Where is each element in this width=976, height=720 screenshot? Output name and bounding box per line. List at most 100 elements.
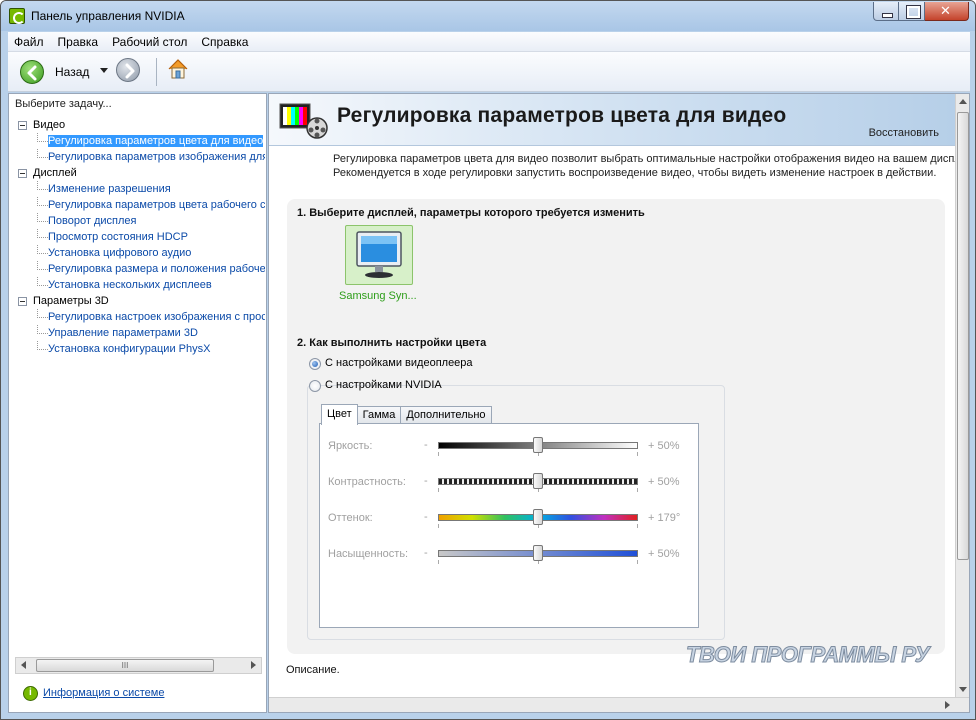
settings-tabs: Цвет Гамма Дополнительно [321, 404, 492, 425]
task-tree: Видео Регулировка параметров цвета для ви… [15, 117, 265, 667]
description-line-2: Рекомендуется в ходе регулировки запусти… [333, 166, 937, 179]
title-bar[interactable]: Панель управления NVIDIA [1, 1, 975, 31]
scroll-thumb[interactable]: III [36, 659, 214, 672]
tree-label[interactable]: Просмотр состояния HDCP [48, 231, 188, 243]
hue-value: + 179° [648, 512, 681, 524]
window-title: Панель управления NVIDIA [31, 9, 185, 23]
collapse-icon[interactable] [18, 169, 27, 178]
nvidia-control-panel-window: Панель управления NVIDIA Файл Правка Раб… [0, 0, 976, 720]
tab-advanced[interactable]: Дополнительно [400, 406, 492, 424]
system-info-link[interactable]: Информация о системе [43, 687, 164, 699]
tree-task-item[interactable]: Поворот дисплея [15, 213, 265, 229]
tree-task-item[interactable]: Регулировка параметров изображения для в… [15, 149, 265, 165]
task-pane: Выберите задачу... Видео Регулировка пара… [8, 93, 267, 713]
contrast-value: + 50% [648, 476, 680, 488]
tree-label[interactable]: Изменение разрешения [48, 183, 171, 195]
tree-task-item[interactable]: Регулировка параметров цвета рабочего ст… [15, 197, 265, 213]
tree-label[interactable]: Видео [33, 119, 65, 131]
tree-label[interactable]: Дисплей [33, 167, 77, 179]
saturation-minus: - [424, 547, 428, 559]
contrast-label: Контрастность: [328, 476, 406, 488]
menu-help[interactable]: Справка [201, 35, 248, 49]
tree-task-item[interactable]: Просмотр состояния HDCP [15, 229, 265, 245]
hue-slider-row: Оттенок: - + 179° [328, 509, 694, 528]
tree-label[interactable]: Регулировка размера и положения рабочего… [48, 263, 265, 275]
tab-color[interactable]: Цвет [321, 404, 358, 425]
saturation-slider-row: Насыщенность: - + 50% [328, 545, 694, 564]
content-scroll-right-icon[interactable] [945, 701, 950, 709]
tree-task-item[interactable]: Регулировка параметров цвета для видео [15, 133, 265, 149]
task-label: Выберите задачу... [15, 98, 112, 110]
collapse-icon[interactable] [18, 297, 27, 306]
forward-button[interactable] [116, 58, 140, 82]
color-tab-panel: Яркость: - + 50% Контрастность: - + 50% … [319, 423, 699, 628]
menu-desktop[interactable]: Рабочий стол [112, 35, 187, 49]
tree-category[interactable]: Параметры 3D [15, 293, 265, 309]
scroll-right-icon[interactable] [251, 661, 256, 669]
content-scroll-thumb[interactable] [957, 112, 969, 560]
description-label: Описание. [286, 664, 340, 676]
toolbar-separator [156, 58, 157, 86]
tree-label[interactable]: Регулировка параметров цвета рабочего ст… [48, 199, 265, 211]
brightness-label: Яркость: [328, 440, 373, 452]
home-button[interactable] [166, 57, 190, 81]
close-button[interactable] [925, 2, 969, 21]
step-2-title: 2. Как выполнить настройки цвета [297, 337, 487, 349]
menu-file[interactable]: Файл [14, 35, 44, 49]
display-tile[interactable] [345, 225, 413, 285]
tree-category[interactable]: Видео [15, 117, 265, 133]
tree-task-item[interactable]: Установка конфигурации PhysX [15, 341, 265, 357]
tree-label[interactable]: Установка конфигурации PhysX [48, 343, 210, 355]
scroll-down-icon[interactable] [959, 687, 967, 692]
tree-label[interactable]: Управление параметрами 3D [48, 327, 198, 339]
tree-task-item[interactable]: Управление параметрами 3D [15, 325, 265, 341]
restore-link[interactable]: Восстановить [869, 127, 939, 139]
tree-label[interactable]: Регулировка настроек изображения с просм… [48, 311, 265, 323]
brightness-minus: - [424, 439, 428, 451]
tab-gamma[interactable]: Гамма [356, 406, 402, 424]
video-color-icon [279, 100, 329, 140]
radio-selected-icon[interactable] [309, 358, 321, 370]
back-label[interactable]: Назад [55, 65, 89, 79]
task-tree-horizontal-scrollbar[interactable]: III [15, 657, 262, 674]
tree-label[interactable]: Регулировка параметров цвета для видео [46, 134, 265, 148]
saturation-thumb[interactable] [533, 545, 543, 561]
minimize-button[interactable] [873, 2, 899, 21]
collapse-icon[interactable] [18, 121, 27, 130]
radio-unselected-icon[interactable] [309, 380, 321, 392]
saturation-value: + 50% [648, 548, 680, 560]
tree-label[interactable]: Регулировка параметров изображения для в… [48, 151, 265, 163]
tree-task-item[interactable]: Установка нескольких дисплеев [15, 277, 265, 293]
display-name[interactable]: Samsung Syn... [339, 290, 417, 302]
scroll-up-icon[interactable] [959, 99, 967, 104]
content-horizontal-scrollbar[interactable] [269, 697, 969, 712]
maximize-button[interactable] [899, 2, 925, 21]
nvidia-app-icon [9, 8, 25, 24]
tree-label[interactable]: Установка цифрового аудио [48, 247, 191, 259]
tree-task-item[interactable]: Изменение разрешения [15, 181, 265, 197]
back-history-dropdown-icon[interactable] [100, 68, 108, 73]
contrast-thumb[interactable] [533, 473, 543, 489]
monitor-icon [356, 231, 402, 278]
content-vertical-scrollbar[interactable] [955, 94, 969, 697]
tree-task-item[interactable]: Регулировка настроек изображения с просм… [15, 309, 265, 325]
scroll-left-icon[interactable] [21, 661, 26, 669]
tree-label[interactable]: Поворот дисплея [48, 215, 136, 227]
tree-task-item[interactable]: Регулировка размера и положения рабочего… [15, 261, 265, 277]
info-icon [23, 686, 38, 701]
radio-video-player-label[interactable]: С настройками видеоплеера [325, 357, 473, 369]
brightness-slider-row: Яркость: - + 50% [328, 437, 694, 456]
tree-label[interactable]: Параметры 3D [33, 295, 109, 307]
content-pane: Регулировка параметров цвета для видео В… [268, 93, 970, 713]
hue-thumb[interactable] [533, 509, 543, 525]
radio-nvidia-label[interactable]: С настройками NVIDIA [325, 379, 442, 391]
menu-edit[interactable]: Правка [58, 35, 99, 49]
brightness-value: + 50% [648, 440, 680, 452]
brightness-thumb[interactable] [533, 437, 543, 453]
tree-task-item[interactable]: Установка цифрового аудио [15, 245, 265, 261]
back-button[interactable] [20, 60, 44, 84]
tree-label[interactable]: Установка нескольких дисплеев [48, 279, 212, 291]
page-description: Регулировка параметров цвета для видео п… [333, 153, 969, 180]
tree-category[interactable]: Дисплей [15, 165, 265, 181]
contrast-slider-row: Контрастность: - + 50% [328, 473, 694, 492]
